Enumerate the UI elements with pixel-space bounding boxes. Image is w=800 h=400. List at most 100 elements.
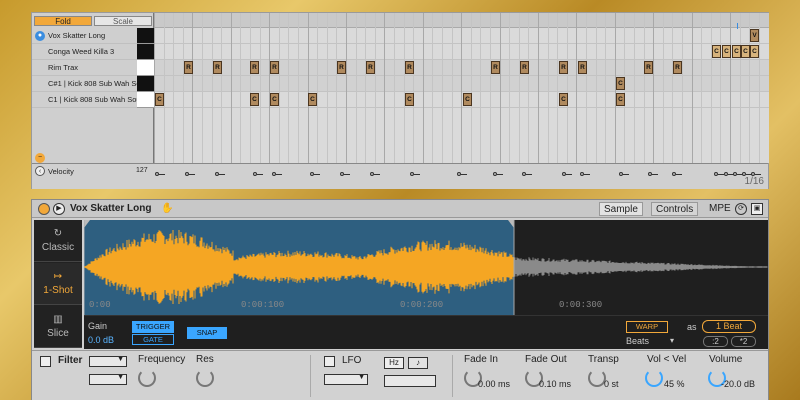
midi-note[interactable]: R [673, 61, 682, 74]
midi-note[interactable]: R [644, 61, 653, 74]
midi-note[interactable]: R [578, 61, 587, 74]
hot-swap-icon[interactable]: ⟳ [735, 203, 747, 215]
midi-note[interactable]: C [405, 93, 414, 106]
midi-note[interactable]: C [463, 93, 472, 106]
velocity-handle[interactable] [253, 169, 263, 177]
midi-note[interactable]: C [722, 45, 731, 58]
midi-note[interactable]: C [732, 45, 741, 58]
half-tempo-button[interactable]: :2 [703, 336, 728, 347]
pad-key[interactable] [137, 60, 154, 76]
hz-button[interactable]: Hz [384, 357, 404, 369]
midi-note[interactable]: C [250, 93, 259, 106]
snap-button[interactable]: SNAP [187, 327, 227, 339]
filter-type-select[interactable] [89, 356, 127, 367]
grid-line [634, 13, 635, 163]
velocity-handle[interactable] [672, 169, 682, 177]
volume-label: Volume [709, 354, 743, 365]
warp-button[interactable]: WARP [626, 321, 668, 333]
midi-note[interactable]: R [250, 61, 259, 74]
pad-key[interactable] [137, 92, 154, 108]
pad-key[interactable] [137, 28, 154, 44]
midi-note[interactable]: C [616, 77, 625, 90]
velocity-handle[interactable] [370, 169, 380, 177]
midi-note[interactable]: R [337, 61, 346, 74]
midi-note[interactable]: R [213, 61, 222, 74]
midi-note[interactable]: C [712, 45, 721, 58]
warp-mode-select[interactable]: Beats [626, 336, 649, 346]
tab-sample[interactable]: Sample [599, 202, 643, 216]
midi-note[interactable]: C [559, 93, 568, 106]
lane-label[interactable]: Vox Skatter Long [32, 28, 137, 44]
fold-button[interactable]: Fold [34, 16, 92, 26]
note-grid[interactable]: VCCCCCRRRRRRRRRRRRRCCCCCCCCC [154, 13, 769, 163]
filter-circuit-select[interactable] [89, 374, 127, 385]
fold-toggle-icon[interactable]: − [35, 153, 45, 163]
mpe-label[interactable]: MPE [709, 203, 731, 214]
midi-note[interactable]: C [741, 45, 750, 58]
midi-note[interactable]: R [405, 61, 414, 74]
lane-label[interactable]: C#1 | Kick 808 Sub Wah Sou [32, 76, 137, 92]
lane-label[interactable]: Rim Trax [32, 60, 137, 76]
velocity-handle[interactable] [648, 169, 658, 177]
midi-note[interactable]: V [750, 29, 759, 42]
velocity-handle[interactable] [340, 169, 350, 177]
velocity-handle[interactable] [410, 169, 420, 177]
velocity-handle[interactable] [522, 169, 532, 177]
sync-note-button[interactable]: ♪ [408, 357, 428, 369]
as-label: as [687, 322, 697, 332]
beat-length-field[interactable]: 1 Beat [702, 320, 756, 333]
double-tempo-button[interactable]: *2 [731, 336, 756, 347]
velocity-expand-icon[interactable]: ‹ [35, 166, 45, 176]
midi-note[interactable]: C [616, 93, 625, 106]
res-knob[interactable] [196, 369, 214, 387]
midi-note[interactable]: R [184, 61, 193, 74]
lfo-wave-select[interactable] [324, 374, 368, 385]
midi-note[interactable]: R [366, 61, 375, 74]
slice-mode-button[interactable]: ▥ Slice [34, 306, 82, 348]
one-shot-mode-button[interactable]: ↦ 1-Shot [34, 263, 82, 305]
midi-note[interactable]: C [308, 93, 317, 106]
velocity-handle[interactable] [580, 169, 590, 177]
gate-button[interactable]: GATE [132, 334, 174, 345]
midi-note[interactable]: R [270, 61, 279, 74]
velocity-handle[interactable] [562, 169, 572, 177]
device-title-bar[interactable]: ▶ Vox Skatter Long ✋ Sample Controls MPE… [32, 200, 768, 218]
save-icon[interactable]: ▣ [751, 203, 763, 215]
chevron-down-icon[interactable]: ▾ [670, 336, 674, 345]
classic-mode-button[interactable]: ↻ Classic [34, 220, 82, 262]
midi-note[interactable]: R [491, 61, 500, 74]
tab-controls[interactable]: Controls [651, 202, 699, 216]
pad-key[interactable] [137, 76, 154, 92]
midi-note[interactable]: R [559, 61, 568, 74]
velocity-handle[interactable] [457, 169, 467, 177]
gain-value[interactable]: 0.0 dB [88, 335, 114, 345]
midi-note[interactable]: C [750, 45, 759, 58]
velocity-handle[interactable] [155, 169, 165, 177]
lfo-checkbox[interactable] [324, 356, 335, 367]
fade-out-label: Fade Out [525, 354, 567, 365]
divider [452, 355, 453, 397]
device-power-button[interactable] [38, 203, 50, 215]
lane-label[interactable]: C1 | Kick 808 Sub Wah Sou [32, 92, 137, 108]
velocity-handle[interactable] [714, 169, 724, 177]
scale-button[interactable]: Scale [94, 16, 152, 26]
velocity-handle[interactable] [272, 169, 282, 177]
velocity-handle[interactable] [493, 169, 503, 177]
frequency-knob[interactable] [138, 369, 156, 387]
midi-note[interactable]: R [520, 61, 529, 74]
lane-label[interactable]: Conga Weed Killa 3 [32, 44, 137, 60]
filter-checkbox[interactable] [40, 356, 51, 367]
midi-note[interactable]: C [155, 93, 164, 106]
waveform-display[interactable]: 0:00 0:00:100 0:00:200 0:00:300 [84, 220, 768, 315]
play-icon[interactable]: ▶ [53, 203, 65, 215]
vol-vel-knob[interactable] [645, 369, 663, 387]
velocity-handle[interactable] [619, 169, 629, 177]
velocity-handle[interactable] [185, 169, 195, 177]
velocity-handle[interactable] [310, 169, 320, 177]
pad-key[interactable] [137, 44, 154, 60]
velocity-handle[interactable] [215, 169, 225, 177]
lfo-rate-field[interactable] [384, 375, 436, 387]
grid-line [356, 13, 357, 163]
midi-note[interactable]: C [270, 93, 279, 106]
trigger-button[interactable]: TRIGGER [132, 321, 174, 333]
